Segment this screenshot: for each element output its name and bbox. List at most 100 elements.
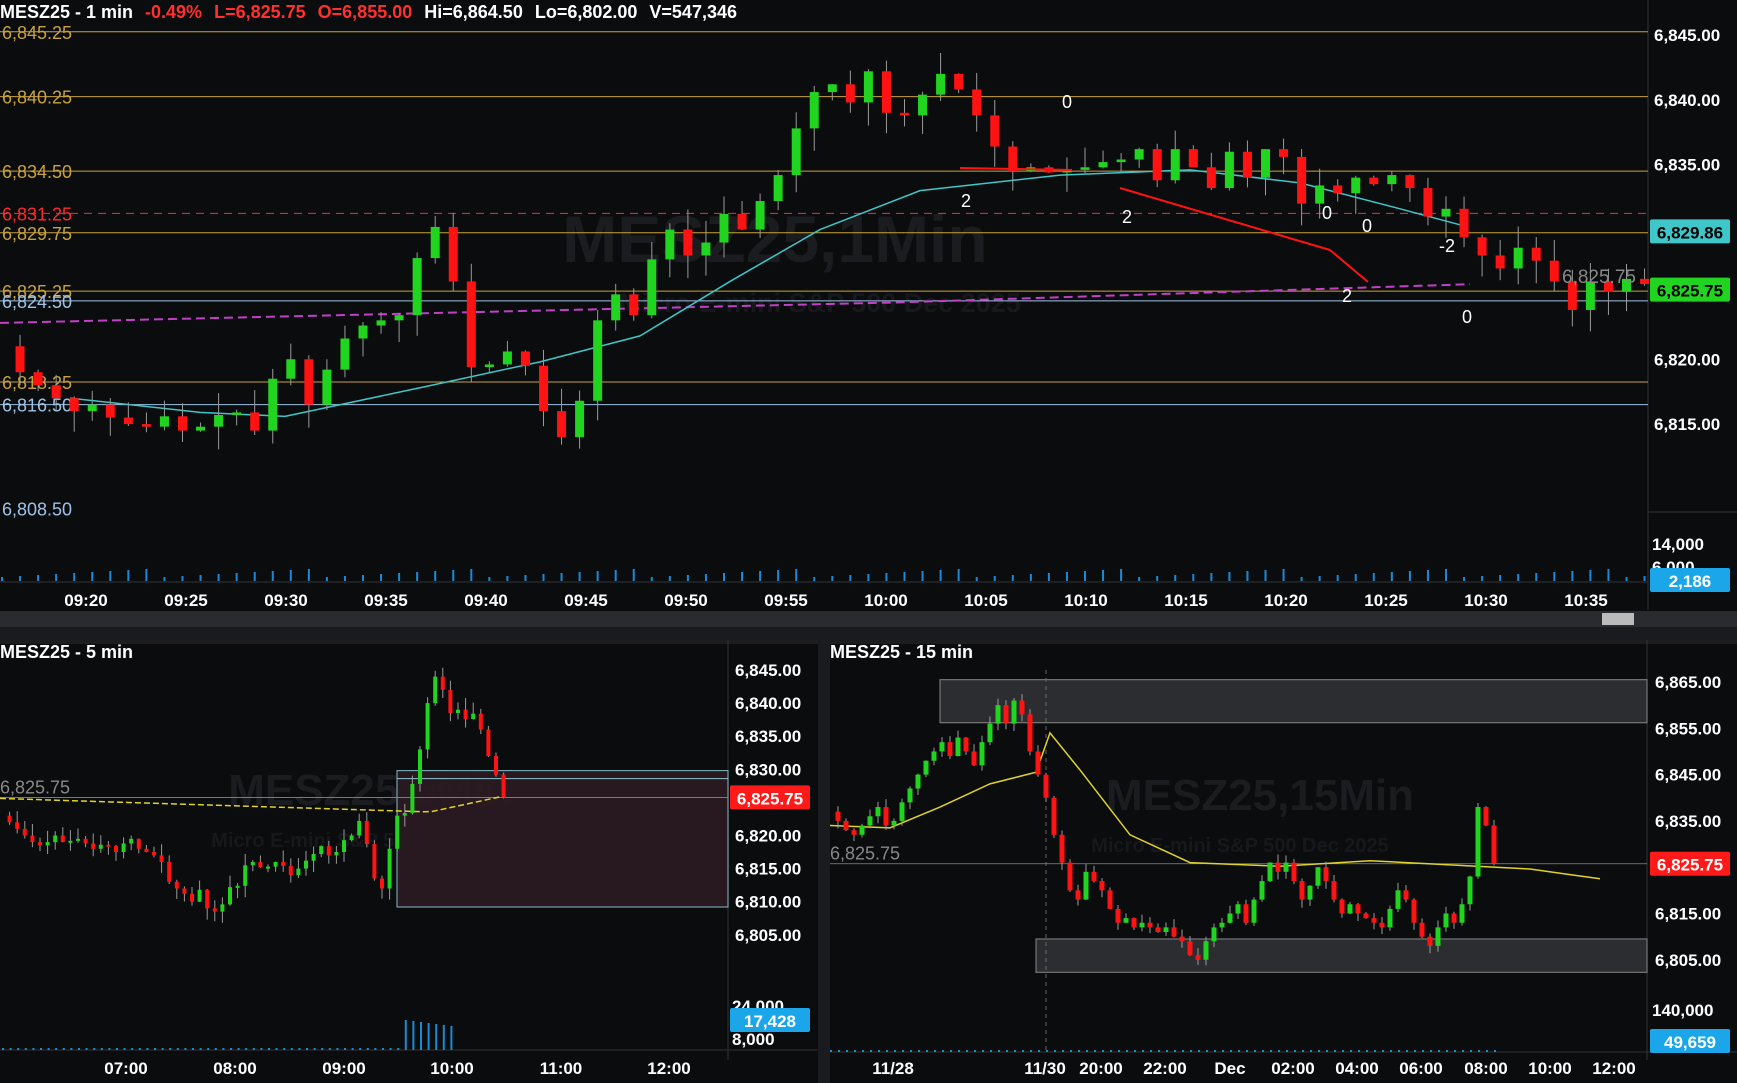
candle[interactable] [990, 115, 1000, 147]
candle[interactable] [1331, 881, 1337, 900]
candle[interactable] [1283, 862, 1289, 872]
candle[interactable] [867, 816, 873, 826]
candle[interactable] [1131, 918, 1137, 928]
candle[interactable] [1116, 159, 1126, 163]
candle[interactable] [647, 259, 657, 316]
candle[interactable] [418, 749, 422, 784]
candle[interactable] [1206, 167, 1216, 189]
candle[interactable] [212, 908, 217, 912]
candle[interactable] [1483, 807, 1489, 826]
candle[interactable] [1369, 177, 1379, 185]
candle[interactable] [448, 689, 453, 714]
candle[interactable] [286, 359, 296, 379]
candle[interactable] [463, 709, 468, 719]
candle[interactable] [30, 835, 35, 843]
candle[interactable] [364, 820, 369, 845]
candle[interactable] [1291, 862, 1297, 882]
candle[interactable] [342, 840, 346, 853]
candle[interactable] [939, 742, 945, 752]
candle[interactable] [1297, 156, 1307, 204]
candle[interactable] [1451, 913, 1457, 923]
candle[interactable] [182, 888, 187, 894]
candle[interactable] [963, 737, 969, 752]
candle[interactable] [1403, 890, 1409, 900]
candle[interactable] [376, 320, 386, 326]
candle[interactable] [394, 315, 404, 321]
candle[interactable] [979, 742, 985, 766]
candle[interactable] [484, 364, 494, 368]
candle[interactable] [1459, 904, 1465, 923]
candle[interactable] [1323, 867, 1329, 882]
candle[interactable] [1443, 913, 1449, 928]
candle[interactable] [809, 92, 819, 129]
candle[interactable] [1035, 751, 1041, 775]
candle[interactable] [629, 294, 639, 316]
candle[interactable] [296, 868, 301, 876]
candle[interactable] [1080, 167, 1090, 170]
candle[interactable] [1333, 185, 1343, 194]
candle[interactable] [33, 372, 43, 386]
candle[interactable] [1339, 899, 1345, 914]
candle[interactable] [502, 351, 512, 365]
candle[interactable] [1387, 175, 1397, 185]
candle[interactable] [1387, 908, 1393, 928]
candle[interactable] [76, 838, 80, 841]
candle[interactable] [402, 812, 407, 816]
candle[interactable] [1242, 151, 1252, 178]
candle[interactable] [45, 842, 50, 846]
candle[interactable] [322, 369, 332, 405]
candle[interactable] [433, 676, 438, 704]
candle[interactable] [372, 844, 377, 879]
candle[interactable] [358, 325, 368, 339]
candle[interactable] [1427, 936, 1433, 946]
candle[interactable] [971, 751, 977, 766]
candle[interactable] [141, 424, 151, 427]
candle[interactable] [22, 828, 27, 836]
candle[interactable] [68, 840, 73, 843]
candle[interactable] [190, 893, 194, 902]
candle[interactable] [936, 73, 946, 95]
candle[interactable] [1227, 913, 1233, 923]
candle[interactable] [1419, 922, 1425, 937]
candle[interactable] [907, 788, 913, 803]
candle[interactable] [1279, 149, 1289, 157]
candle[interactable] [15, 346, 25, 373]
candle[interactable] [1475, 807, 1481, 877]
candle[interactable] [456, 709, 460, 714]
candle[interactable] [701, 242, 711, 256]
demand-zone[interactable] [1035, 938, 1648, 973]
candle[interactable] [1051, 797, 1057, 835]
candle[interactable] [1099, 881, 1105, 891]
candle[interactable] [326, 846, 331, 856]
candle[interactable] [471, 713, 476, 719]
candle[interactable] [304, 359, 314, 405]
candle[interactable] [881, 71, 891, 113]
candle[interactable] [220, 904, 225, 912]
candle[interactable] [1351, 177, 1361, 194]
candle[interactable] [288, 865, 293, 876]
candle[interactable] [69, 398, 79, 412]
candle[interactable] [1003, 705, 1009, 724]
candle[interactable] [311, 854, 316, 861]
candle[interactable] [719, 213, 729, 243]
candle[interactable] [250, 861, 255, 866]
candle[interactable] [1259, 881, 1265, 900]
candle[interactable] [448, 226, 458, 282]
candle[interactable] [268, 378, 278, 431]
candle[interactable] [159, 416, 169, 427]
candle[interactable] [1179, 936, 1185, 942]
candle[interactable] [60, 835, 65, 843]
candle[interactable] [1219, 922, 1225, 928]
candle[interactable] [440, 676, 445, 690]
candle[interactable] [196, 426, 206, 431]
candle[interactable] [863, 71, 873, 103]
candle[interactable] [1107, 890, 1113, 909]
candle[interactable] [1379, 922, 1385, 928]
candle[interactable] [144, 848, 149, 853]
candle[interactable] [665, 229, 675, 260]
candle[interactable] [1098, 162, 1108, 168]
candle[interactable] [38, 842, 42, 846]
scrollbar-thumb[interactable] [1602, 613, 1634, 625]
candle[interactable] [266, 866, 270, 869]
candle[interactable] [1315, 867, 1321, 886]
